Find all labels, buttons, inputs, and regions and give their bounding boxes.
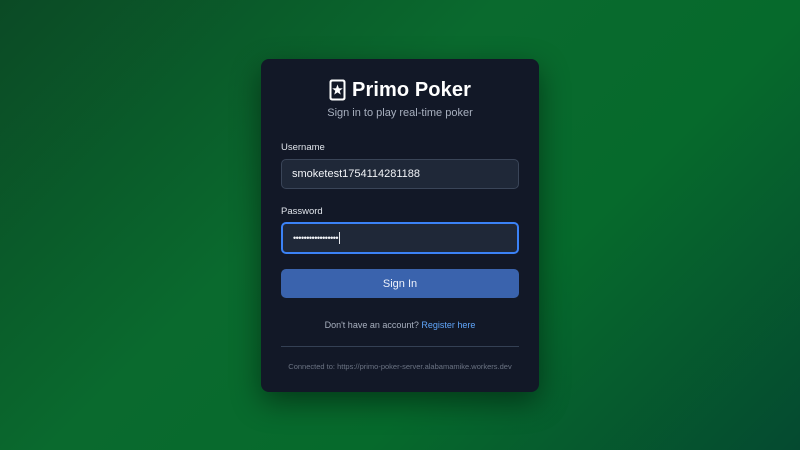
divider: [281, 346, 519, 347]
connection-status: Connected to: https://primo-poker-server…: [288, 362, 512, 371]
app-subtitle: Sign in to play real-time poker: [327, 107, 473, 119]
app-title: Primo Poker: [352, 78, 471, 101]
register-prompt: Don't have an account?: [324, 320, 419, 330]
sign-in-button[interactable]: Sign In: [281, 269, 519, 298]
register-prompt-row: Don't have an account? Register here: [261, 320, 539, 330]
register-link[interactable]: Register here: [421, 320, 475, 330]
username-input[interactable]: smoketest1754114281188: [281, 159, 519, 189]
brand-header: Primo Poker: [261, 78, 539, 102]
login-card: Primo Poker Sign in to play real-time po…: [261, 59, 539, 392]
username-label: Username: [281, 142, 325, 153]
password-input[interactable]: •••••••••••••••••: [281, 222, 519, 254]
password-label: Password: [281, 206, 323, 217]
username-value: smoketest1754114281188: [292, 168, 421, 180]
password-masked-value: •••••••••••••••••: [293, 233, 339, 243]
playing-card-star-icon: [329, 79, 346, 101]
text-caret: [339, 232, 341, 244]
